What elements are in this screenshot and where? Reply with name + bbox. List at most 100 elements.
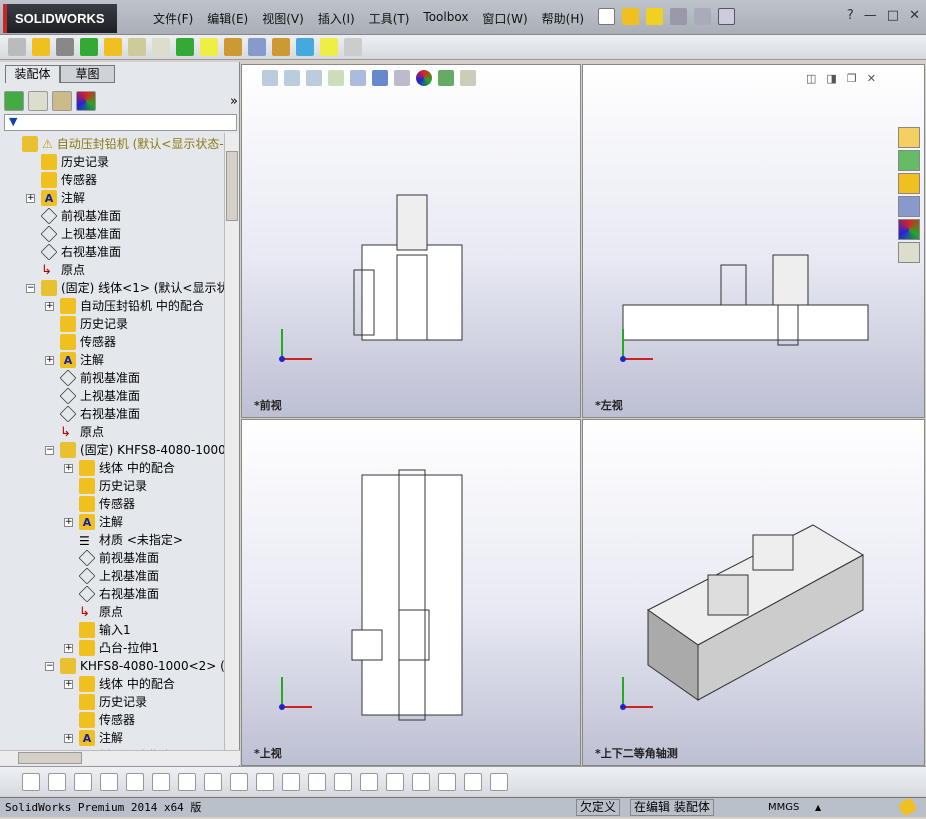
display-manager-icon[interactable] bbox=[76, 91, 96, 111]
file-explorer-icon[interactable] bbox=[898, 173, 920, 194]
tree-item[interactable]: A 注解 bbox=[79, 513, 123, 531]
previous-view-icon[interactable] bbox=[306, 70, 322, 86]
tree-item[interactable]: 前视基准面 bbox=[78, 549, 159, 567]
tree-item[interactable]: 线体 中的配合 bbox=[79, 459, 175, 477]
tree-item[interactable]: 上视基准面 bbox=[78, 567, 159, 585]
tree-item[interactable]: (固定) 线体<1> (默认<显示状态- bbox=[41, 279, 224, 297]
tab-sketch[interactable]: 草图 bbox=[60, 65, 115, 83]
offset-icon[interactable] bbox=[230, 772, 248, 791]
shaded-icon[interactable] bbox=[386, 772, 404, 791]
display-icon[interactable] bbox=[412, 772, 430, 791]
tag-icon[interactable] bbox=[897, 797, 918, 817]
tree-item[interactable]: 右视基准面 bbox=[78, 585, 159, 603]
explode-line-sketch-icon[interactable] bbox=[296, 38, 314, 56]
move-component-icon[interactable] bbox=[128, 38, 146, 56]
section-view-icon[interactable] bbox=[328, 70, 344, 86]
view-orientation-icon[interactable] bbox=[350, 70, 366, 86]
interference-detection-icon[interactable] bbox=[320, 38, 338, 56]
sketch-plane-icon[interactable] bbox=[464, 772, 482, 791]
show-hidden-icon[interactable] bbox=[152, 38, 170, 56]
tree-item[interactable]: 上视基准面 bbox=[40, 225, 121, 243]
grid-icon[interactable] bbox=[282, 772, 300, 791]
tree-item[interactable]: 右视基准面 bbox=[59, 405, 140, 423]
view-settings-icon[interactable] bbox=[460, 70, 476, 86]
feature-manager-icon[interactable] bbox=[4, 91, 24, 111]
polygon-icon[interactable] bbox=[100, 772, 118, 791]
tree-item[interactable]: 传感器 bbox=[79, 711, 135, 729]
tree-item[interactable]: 历史记录 bbox=[41, 153, 109, 171]
menu-item[interactable]: 编辑(E) bbox=[200, 10, 255, 27]
tree-item[interactable]: 右视基准面 bbox=[40, 243, 121, 261]
new-document-icon[interactable] bbox=[598, 8, 615, 25]
tree-item[interactable]: 凸台-拉伸1 bbox=[79, 639, 159, 657]
tree-item[interactable]: ↳ 原点 bbox=[41, 261, 85, 279]
tree-item[interactable]: A 注解 bbox=[79, 729, 123, 747]
expand-toggle[interactable]: + bbox=[45, 356, 54, 365]
collapse-toggle[interactable]: − bbox=[45, 662, 54, 671]
hide-show-icon[interactable] bbox=[394, 70, 410, 86]
construction-icon[interactable] bbox=[152, 772, 170, 791]
tree-item[interactable]: ⚠ 自动压封铅机 (默认<显示状态-1> bbox=[22, 135, 224, 153]
restore-icon[interactable]: ❐ bbox=[847, 72, 857, 85]
zoom-to-fit-icon[interactable] bbox=[262, 70, 278, 86]
tree-item[interactable]: 前视基准面 bbox=[40, 207, 121, 225]
menu-item[interactable]: 文件(F) bbox=[146, 10, 200, 27]
tree-item[interactable]: 自动压封铅机 中的配合 bbox=[60, 297, 204, 315]
solidworks-logo[interactable]: SOLIDWORKS bbox=[3, 4, 117, 33]
open-icon[interactable] bbox=[622, 8, 639, 25]
view-palette-icon[interactable] bbox=[898, 196, 920, 217]
zoom-area-icon[interactable] bbox=[284, 70, 300, 86]
chamfer-icon[interactable] bbox=[204, 772, 222, 791]
menu-item[interactable]: 窗口(W) bbox=[475, 10, 534, 27]
viewport-left[interactable]: *左视 bbox=[582, 64, 925, 418]
expand-chevron-icon[interactable]: » bbox=[230, 94, 238, 109]
expand-toggle[interactable]: + bbox=[64, 680, 73, 689]
tree-item[interactable]: 传感器 bbox=[79, 495, 135, 513]
split-icon[interactable]: ◨ bbox=[826, 72, 836, 85]
minimize-icon[interactable]: — bbox=[864, 8, 877, 23]
expand-toggle[interactable]: + bbox=[45, 302, 54, 311]
tab-assembly[interactable]: 装配体 bbox=[5, 65, 60, 83]
viewport-top[interactable]: *上视 bbox=[241, 419, 581, 766]
custom-properties-icon[interactable] bbox=[898, 242, 920, 263]
help-icon[interactable]: ? bbox=[847, 8, 854, 23]
display-style-icon[interactable] bbox=[372, 70, 388, 86]
expand-toggle[interactable]: + bbox=[26, 194, 35, 203]
tree-item[interactable]: 历史记录 bbox=[79, 693, 147, 711]
tree-item[interactable]: 传感器 bbox=[41, 171, 97, 189]
link-views-icon[interactable]: ◫ bbox=[806, 72, 816, 85]
collapse-toggle[interactable]: − bbox=[26, 284, 35, 293]
viewport-iso[interactable]: *上下二等角轴测 bbox=[582, 419, 925, 766]
line-icon[interactable] bbox=[74, 772, 92, 791]
maximize-icon[interactable]: □ bbox=[887, 8, 899, 23]
select-icon[interactable] bbox=[718, 8, 735, 25]
tree-item[interactable]: ☰ 材质 <未指定> bbox=[79, 531, 183, 549]
viewport-front[interactable]: *前视 bbox=[241, 64, 581, 418]
instant3d-icon[interactable] bbox=[344, 38, 362, 56]
tree-item[interactable]: (固定) KHFS8-4080-1000<1> ( bbox=[60, 441, 224, 459]
units-arrow-icon[interactable]: ▲ bbox=[815, 798, 821, 817]
appearances-icon[interactable] bbox=[898, 219, 920, 240]
tree-item[interactable]: ↳ 原点 bbox=[79, 603, 123, 621]
tree-item[interactable]: 前视基准面 bbox=[59, 369, 140, 387]
smart-fasteners-icon[interactable] bbox=[104, 38, 122, 56]
rebuild-warning-icon[interactable] bbox=[646, 8, 663, 25]
tree-item[interactable]: 上视基准面 bbox=[59, 387, 140, 405]
menu-item[interactable]: 帮助(H) bbox=[535, 10, 591, 27]
fillet-icon[interactable] bbox=[178, 772, 196, 791]
tree-item[interactable]: 历史记录 bbox=[79, 477, 147, 495]
section-icon[interactable] bbox=[360, 772, 378, 791]
tree-item[interactable]: A 注解 bbox=[60, 351, 104, 369]
mate-icon[interactable] bbox=[56, 38, 74, 56]
design-library-icon[interactable] bbox=[898, 150, 920, 171]
expand-toggle[interactable]: + bbox=[64, 464, 73, 473]
3d-sketch-icon[interactable] bbox=[334, 772, 352, 791]
tree-item[interactable]: 线体 中的配合 bbox=[79, 675, 175, 693]
assembly-features-icon[interactable] bbox=[176, 38, 194, 56]
view-icon[interactable] bbox=[490, 772, 508, 791]
menu-item[interactable]: 工具(T) bbox=[362, 10, 417, 27]
linear-pattern-icon[interactable] bbox=[308, 772, 326, 791]
tree-item[interactable]: 传感器 bbox=[60, 333, 116, 351]
undo-icon[interactable] bbox=[694, 8, 711, 25]
exploded-view-icon[interactable] bbox=[272, 38, 290, 56]
